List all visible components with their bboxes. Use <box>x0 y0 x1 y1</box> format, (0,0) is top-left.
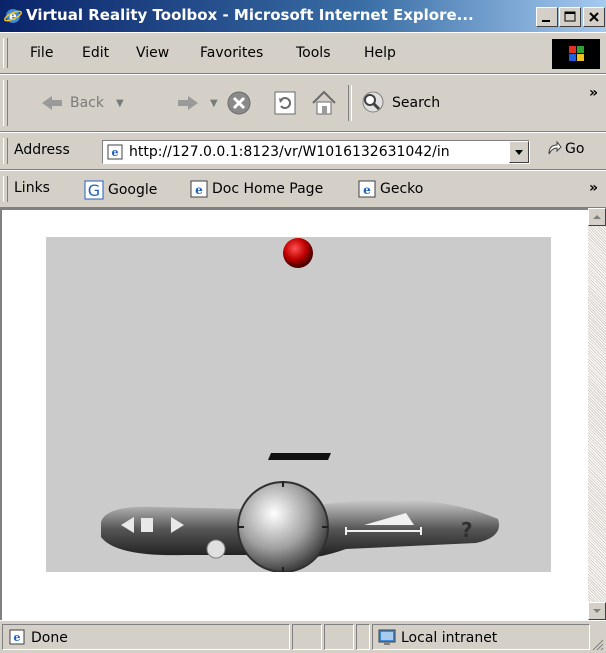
status-pane-2 <box>292 624 322 650</box>
menu-help[interactable]: Help <box>364 45 396 61</box>
help-icon[interactable]: ? <box>461 518 473 542</box>
go-arrow-icon <box>548 141 562 155</box>
search-button[interactable]: Search <box>358 83 440 123</box>
status-zone-pane: Local intranet <box>372 624 590 650</box>
address-bar: Address e http://127.0.0.1:8123/vr/W1016… <box>0 132 606 170</box>
search-label: Search <box>392 95 441 111</box>
maximize-icon <box>564 11 576 22</box>
status-bar: e Done Local intranet <box>0 620 606 653</box>
svg-text:e: e <box>195 183 203 197</box>
address-input[interactable]: e http://127.0.0.1:8123/vr/W101613263104… <box>102 140 530 164</box>
menu-bar: File Edit View Favorites Tools Help <box>0 32 606 74</box>
link-gecko[interactable]: e Gecko <box>358 180 423 198</box>
svg-text:e: e <box>363 183 371 197</box>
svg-text:e: e <box>112 146 119 159</box>
link-doc-home-page-label: Doc Home Page <box>212 181 324 197</box>
back-label: Back <box>70 95 104 111</box>
scroll-up-button[interactable] <box>588 208 606 226</box>
toolbar-separator <box>348 85 352 121</box>
menu-view[interactable]: View <box>136 45 169 61</box>
forward-arrow-icon <box>178 96 198 110</box>
toolbar-grip[interactable] <box>3 80 8 126</box>
google-icon: G <box>84 180 104 200</box>
indicator-light <box>206 539 226 559</box>
go-button[interactable]: Go <box>546 141 584 157</box>
vertical-scrollbar[interactable] <box>588 208 606 620</box>
close-button[interactable] <box>583 7 605 27</box>
home-icon <box>312 90 336 115</box>
stop-button[interactable] <box>226 83 252 123</box>
svg-text:G: G <box>88 181 100 200</box>
windows-logo-icon <box>552 39 600 69</box>
forward-button[interactable]: ▼ <box>176 83 218 123</box>
menu-grip[interactable] <box>3 38 8 68</box>
stop-nav-icon[interactable] <box>141 518 153 532</box>
address-dropdown-button[interactable] <box>509 141 529 163</box>
back-button[interactable]: Back ▼ <box>40 83 124 123</box>
chevron-down-icon <box>593 609 601 613</box>
refresh-button[interactable] <box>272 83 298 123</box>
minimize-button[interactable] <box>536 7 558 27</box>
resize-grip-icon[interactable] <box>592 639 604 651</box>
page-icon: e <box>190 180 208 198</box>
links-more-icon[interactable]: » <box>589 180 598 196</box>
vr-navigation-panel[interactable]: ? <box>101 481 500 572</box>
link-gecko-label: Gecko <box>380 181 424 197</box>
vr-scene-viewer[interactable]: ? <box>46 237 551 572</box>
page-icon: e <box>358 180 376 198</box>
chevron-up-icon <box>593 215 601 219</box>
menu-edit[interactable]: Edit <box>82 45 109 61</box>
refresh-icon <box>274 91 296 115</box>
scroll-down-button[interactable] <box>588 602 606 620</box>
go-label: Go <box>565 141 585 157</box>
minimize-icon <box>542 20 550 22</box>
paddle <box>268 453 331 460</box>
status-main-pane: e Done <box>2 624 290 650</box>
svg-text:e: e <box>14 631 21 644</box>
navigation-wheel[interactable] <box>237 481 329 572</box>
forward-dropdown-icon[interactable]: ▼ <box>210 98 218 109</box>
menu-favorites[interactable]: Favorites <box>200 45 263 61</box>
title-bar: e Virtual Reality Toolbox - Microsoft In… <box>0 0 606 32</box>
link-doc-home-page[interactable]: e Doc Home Page <box>190 180 323 198</box>
status-pane-3 <box>324 624 354 650</box>
page-icon: e <box>107 144 123 160</box>
address-url: http://127.0.0.1:8123/vr/W1016132631042/… <box>129 144 450 160</box>
back-arrow-icon <box>42 96 62 110</box>
links-label: Links <box>14 180 50 196</box>
chevron-down-icon <box>515 150 523 155</box>
links-grip[interactable] <box>3 176 8 202</box>
close-icon <box>589 12 599 22</box>
back-dropdown-icon[interactable]: ▼ <box>116 98 124 109</box>
search-icon <box>362 91 384 113</box>
ie-logo-icon: e <box>4 9 22 23</box>
link-google-label: Google <box>108 182 158 198</box>
status-pane-4 <box>356 624 370 650</box>
intranet-icon <box>378 629 396 645</box>
address-label: Address <box>14 142 70 158</box>
window-title: Virtual Reality Toolbox - Microsoft Inte… <box>26 6 474 24</box>
red-ball <box>283 238 313 268</box>
menu-file[interactable]: File <box>30 45 53 61</box>
stop-icon <box>227 91 251 115</box>
maximize-button[interactable] <box>559 7 581 27</box>
status-text: Done <box>31 630 68 646</box>
link-google[interactable]: G Google <box>84 180 157 200</box>
menu-tools[interactable]: Tools <box>296 45 331 61</box>
status-zone-text: Local intranet <box>401 630 498 646</box>
page-icon: e <box>9 629 25 645</box>
toolbar-more-icon[interactable]: » <box>589 85 598 101</box>
links-bar: Links G Google e Doc Home Page e Gecko » <box>0 170 606 208</box>
address-grip[interactable] <box>3 138 8 164</box>
home-button[interactable] <box>310 83 338 123</box>
standard-toolbar: Back ▼ ▼ Search » <box>0 74 606 132</box>
